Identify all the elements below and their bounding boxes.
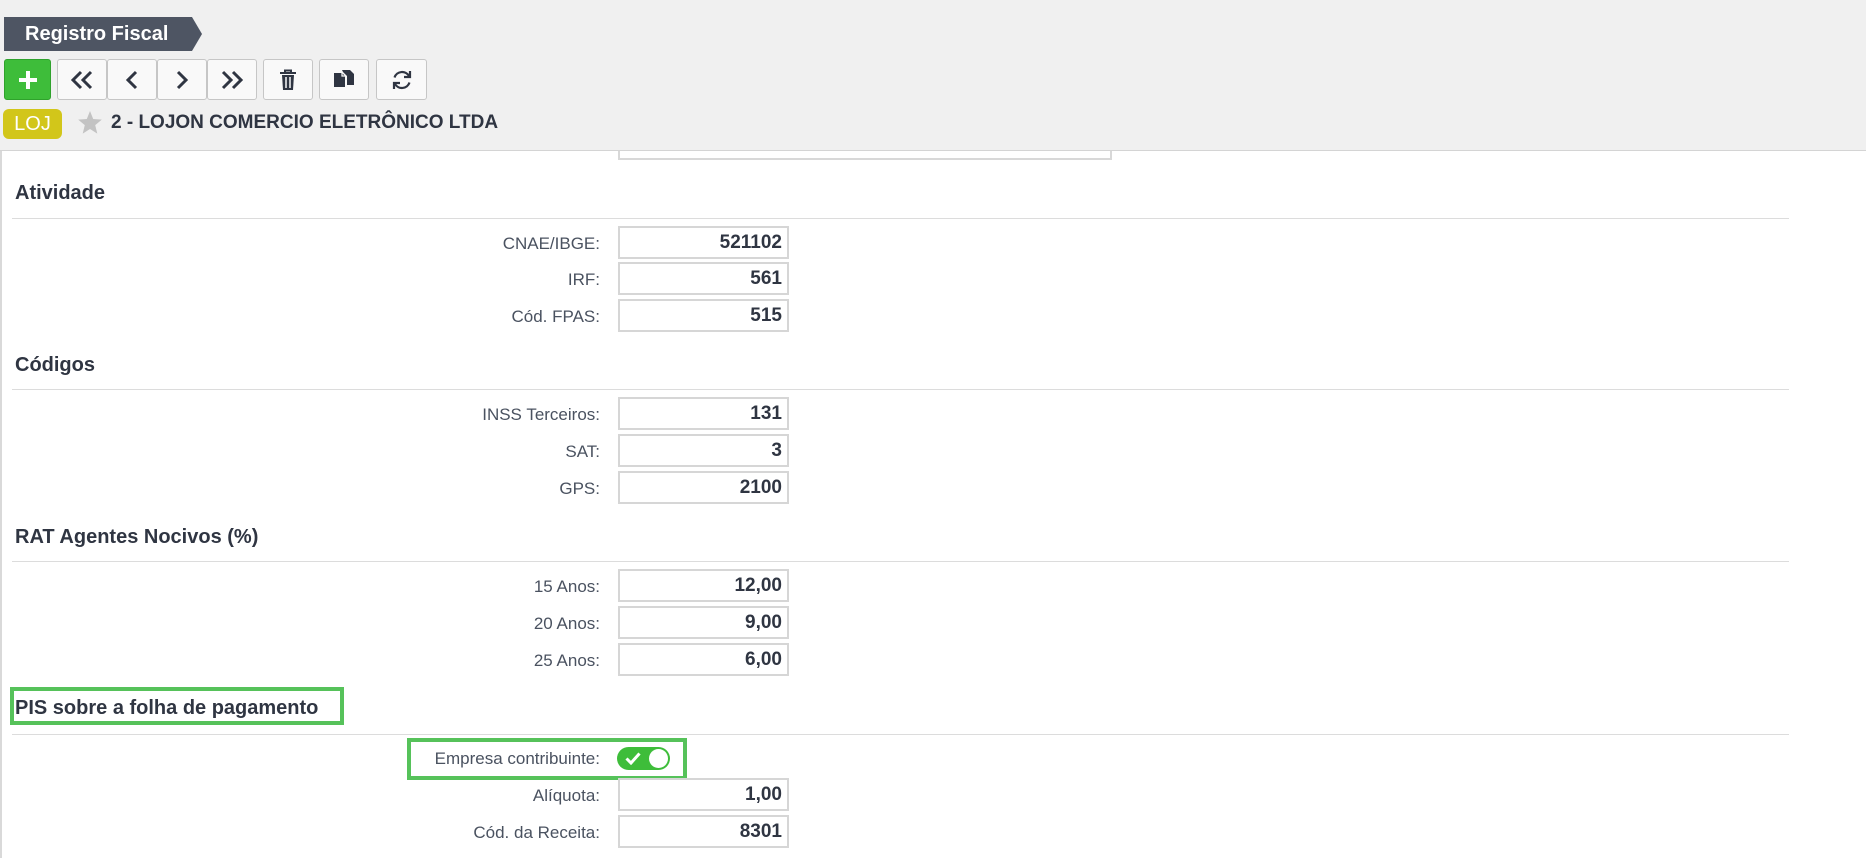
first-record-button[interactable] [57, 59, 107, 100]
label-25-anos: 25 Anos: [533, 651, 600, 670]
delete-button[interactable] [263, 59, 313, 100]
next-record-button[interactable] [157, 59, 207, 100]
label-gps: GPS: [559, 479, 600, 498]
section-title-codigos: Códigos [15, 354, 95, 376]
trash-icon [280, 69, 296, 90]
section-divider [12, 561, 1789, 562]
cod-fpas-input[interactable]: 515 [618, 299, 789, 332]
copy-icon [334, 69, 354, 87]
chevron-right-icon [176, 70, 189, 89]
check-icon [625, 752, 641, 765]
empresa-contribuinte-toggle[interactable] [617, 747, 670, 770]
section-divider [12, 734, 1789, 735]
cnae-ibge-input[interactable]: 521102 [618, 226, 789, 259]
inss-terceiros-input[interactable]: 131 [618, 397, 789, 430]
previous-record-button[interactable] [107, 59, 157, 100]
refresh-icon [392, 70, 411, 89]
section-title-rat: RAT Agentes Nocivos (%) [15, 526, 259, 548]
rat-20-anos-input[interactable]: 9,00 [618, 606, 789, 639]
left-border [0, 150, 2, 858]
label-empresa-contribuinte: Empresa contribuinte: [434, 749, 600, 768]
irf-input[interactable]: 561 [618, 262, 789, 295]
cod-receita-input[interactable]: 8301 [618, 815, 789, 848]
refresh-button[interactable] [376, 59, 427, 100]
label-15-anos: 15 Anos: [533, 577, 600, 596]
aliquota-input[interactable]: 1,00 [618, 778, 789, 811]
last-record-button[interactable] [207, 59, 257, 100]
section-title-atividade: Atividade [15, 182, 106, 204]
label-sat: SAT: [565, 442, 600, 461]
chevron-left-icon [125, 70, 138, 89]
double-chevron-right-icon [221, 70, 244, 89]
gps-input[interactable]: 2100 [618, 471, 789, 504]
page-header: Registro Fiscal LOJ 2 - LOJON COMERCIO E… [0, 0, 1866, 151]
rat-25-anos-input[interactable]: 6,00 [618, 643, 789, 676]
double-chevron-left-icon [70, 70, 93, 89]
page-title: Registro Fiscal [4, 17, 202, 51]
label-cnae-ibge: CNAE/IBGE: [502, 234, 600, 253]
section-title-pis: PIS sobre a folha de pagamento [15, 697, 319, 719]
label-aliquota: Alíquota: [532, 786, 600, 805]
label-inss-terceiros: INSS Terceiros: [482, 405, 600, 424]
toggle-knob [649, 749, 668, 768]
add-button[interactable] [4, 59, 51, 100]
label-cod-fpas: Cód. FPAS: [511, 307, 601, 326]
company-name: 2 - LOJON COMERCIO ELETRÔNICO LTDA [111, 112, 499, 133]
label-irf: IRF: [567, 270, 600, 289]
company-badge: LOJ [3, 109, 62, 139]
label-cod-receita: Cód. da Receita: [473, 823, 600, 842]
rat-15-anos-input[interactable]: 12,00 [618, 569, 789, 602]
sat-input[interactable]: 3 [618, 434, 789, 467]
section-divider [12, 389, 1789, 390]
plus-icon [18, 70, 37, 89]
star-icon[interactable] [77, 110, 103, 135]
label-20-anos: 20 Anos: [533, 614, 600, 633]
section-divider [12, 218, 1789, 219]
copy-button[interactable] [319, 59, 369, 100]
